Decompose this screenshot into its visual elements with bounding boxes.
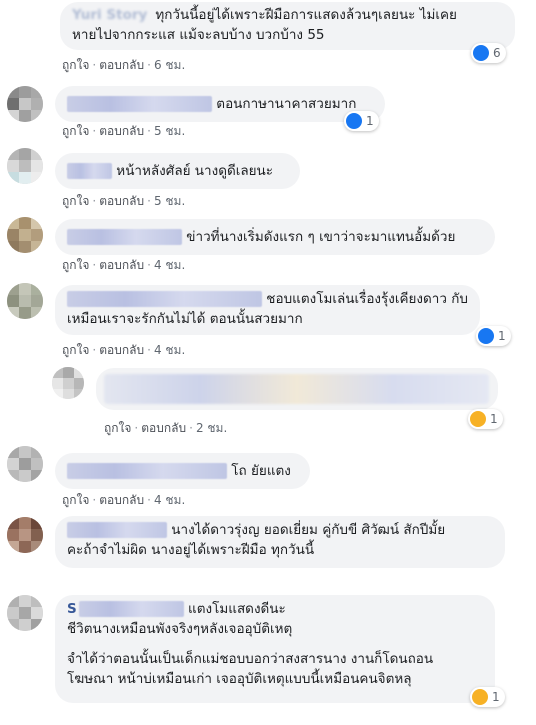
comment-text: คะถ้าจำไม่ผิด นางอยู่ได้เพราะฝีมือ ทุกวั…: [67, 542, 315, 558]
avatar[interactable]: [7, 217, 43, 253]
sad-icon: [472, 689, 488, 705]
comment-text: ทุกวันนี้อยู่ได้เพราะฝีมือการแสดงล้วนๆเล…: [155, 7, 457, 23]
comment-text: หายไปจากกระแส แม้จะลบบ้าง บวกบ้าง 55: [72, 27, 325, 43]
comment-text: ชีวิตนางเหมือนพังจริงๆหลังเจออุบัติเหตุ: [67, 621, 293, 637]
comment-actions: ถูกใจ · ตอบกลับ · 2 ชม.: [104, 421, 228, 435]
comment-actions: ถูกใจ · ตอบกลับ · 4 ชม.: [62, 343, 186, 357]
like-button[interactable]: ถูกใจ: [62, 493, 89, 507]
comment-bubble: S แตงโมแสดงดีนะ ชีวิตนางเหมือนพังจริงๆหล…: [55, 595, 495, 703]
like-icon: [346, 113, 362, 129]
reply-button[interactable]: ตอบกลับ: [99, 124, 144, 138]
comment-item: 1 ถูกใจ · ตอบกลับ · 2 ชม.: [0, 362, 536, 438]
commenter-name[interactable]: [67, 96, 212, 112]
comment-actions: ถูกใจ · ตอบกลับ · 5 ชม.: [62, 124, 186, 138]
comment-item: Yuri Story ทุกวันนี้อยู่ได้เพราะฝีมือการแ…: [0, 0, 536, 80]
reply-button[interactable]: ตอบกลับ: [99, 493, 144, 507]
avatar[interactable]: [7, 86, 43, 122]
timestamp[interactable]: 6 ชม.: [154, 58, 185, 72]
comment-text: หน้าหลังศัลย์ นางดูดีเลยนะ: [116, 163, 274, 179]
comment-bubble: โถ ยัยแตง: [55, 453, 310, 489]
comment-bubble: Yuri Story ทุกวันนี้อยู่ได้เพราะฝีมือการแ…: [60, 2, 515, 50]
timestamp[interactable]: 4 ชม.: [154, 493, 185, 507]
like-icon: [478, 328, 494, 344]
reply-button[interactable]: ตอบกลับ: [141, 421, 186, 435]
reply-button[interactable]: ตอบกลับ: [99, 58, 144, 72]
comment-actions: ถูกใจ · ตอบกลับ · 4 ชม.: [62, 493, 186, 507]
reply-button[interactable]: ตอบกลับ: [99, 343, 144, 357]
like-icon: [473, 45, 489, 61]
comment-bubble: ข่าวที่นางเริ่มดังแรก ๆ เขาว่าจะมาแทนอั้…: [55, 219, 495, 255]
timestamp[interactable]: 5 ชม.: [154, 124, 185, 138]
comment-text: จำได้ว่าตอนนั้นเป็นเด็กแม่ชอบบอกว่าสงสาร…: [67, 651, 434, 667]
commenter-name[interactable]: S: [67, 601, 77, 617]
comment-bubble: นางได้ดาวรุ่งญ ยอดเยี่ยม คู่กับขี ศิวัฒน…: [55, 516, 505, 568]
like-button[interactable]: ถูกใจ: [62, 58, 89, 72]
commenter-name[interactable]: Yuri Story: [72, 7, 147, 23]
haha-icon: [470, 411, 486, 427]
comment-text: แตงโมแสดงดีนะ: [188, 601, 286, 617]
comment-actions: ถูกใจ · ตอบกลับ · 5 ชม.: [62, 194, 186, 208]
like-button[interactable]: ถูกใจ: [104, 421, 131, 435]
reply-button[interactable]: ตอบกลับ: [99, 194, 144, 208]
avatar[interactable]: [7, 595, 43, 631]
comment-item: นางได้ดาวรุ่งญ ยอดเยี่ยม คู่กับขี ศิวัฒน…: [0, 514, 536, 584]
timestamp[interactable]: 5 ชม.: [154, 194, 185, 208]
avatar[interactable]: [7, 517, 43, 553]
commenter-name[interactable]: [67, 463, 227, 479]
comment-item: โถ ยัยแตง ถูกใจ · ตอบกลับ · 4 ชม.: [0, 443, 536, 511]
comment-item: ข่าวที่นางเริ่มดังแรก ๆ เขาว่าจะมาแทนอั้…: [0, 214, 536, 276]
commenter-name[interactable]: [67, 291, 262, 307]
like-button[interactable]: ถูกใจ: [62, 124, 89, 138]
avatar[interactable]: [7, 283, 43, 319]
like-button[interactable]: ถูกใจ: [62, 194, 89, 208]
comment-bubble: ชอบแตงโมเล่นเรื่องรุ้งเคียงดาว กับ เหมือ…: [55, 285, 480, 335]
comment-actions: ถูกใจ · ตอบกลับ · 6 ชม.: [62, 58, 186, 72]
reply-button[interactable]: ตอบกลับ: [99, 258, 144, 272]
like-button[interactable]: ถูกใจ: [62, 343, 89, 357]
timestamp[interactable]: 4 ชม.: [154, 258, 185, 272]
like-button[interactable]: ถูกใจ: [62, 258, 89, 272]
blurred-comment: [104, 374, 489, 404]
timestamp[interactable]: 2 ชม.: [196, 421, 227, 435]
avatar[interactable]: [52, 367, 84, 399]
commenter-name[interactable]: [67, 522, 167, 538]
comment-item: ชอบแตงโมเล่นเรื่องรุ้งเคียงดาว กับ เหมือ…: [0, 280, 536, 360]
comment-text: เหมือนเราจะรักกันไม่ได้ ตอนนั้นสวยมาก: [67, 311, 303, 327]
reaction-count[interactable]: 1: [470, 687, 505, 707]
avatar[interactable]: [7, 446, 43, 482]
avatar[interactable]: [7, 148, 43, 184]
comment-text: ชอบแตงโมเล่นเรื่องรุ้งเคียงดาว กับ: [266, 291, 468, 307]
comment-item: S แตงโมแสดงดีนะ ชีวิตนางเหมือนพังจริงๆหล…: [0, 590, 536, 725]
comment-text: ข่าวที่นางเริ่มดังแรก ๆ เขาว่าจะมาแทนอั้…: [186, 229, 456, 245]
comment-text: โฆษณา หน้าบ่เหมือนเก่า เจออุบัติเหตุแบบน…: [67, 671, 412, 687]
reaction-count[interactable]: 6: [471, 43, 506, 63]
reaction-count[interactable]: 1: [468, 409, 503, 429]
comment-bubble: หน้าหลังศัลย์ นางดูดีเลยนะ: [55, 153, 300, 189]
comment-item: หน้าหลังศัลย์ นางดูดีเลยนะ ถูกใจ · ตอบกลับ…: [0, 145, 536, 208]
comment-item: ตอนกาษานาคาสวยมาก 1 ถูกใจ · ตอบกลับ · 5 ชม.: [0, 80, 536, 142]
reaction-count[interactable]: 1: [344, 111, 379, 131]
comment-text: โถ ยัยแตง: [231, 463, 291, 479]
comment-text: ตอนกาษานาคาสวยมาก: [216, 96, 357, 112]
commenter-name[interactable]: [67, 229, 182, 245]
timestamp[interactable]: 4 ชม.: [154, 343, 185, 357]
commenter-name[interactable]: [67, 163, 112, 179]
comment-text: นางได้ดาวรุ่งญ ยอดเยี่ยม คู่กับขี ศิวัฒน…: [171, 522, 446, 538]
comment-bubble: ตอนกาษานาคาสวยมาก: [55, 86, 385, 122]
reaction-count[interactable]: 1: [476, 326, 511, 346]
comment-actions: ถูกใจ · ตอบกลับ · 4 ชม.: [62, 258, 186, 272]
comment-bubble: [96, 368, 498, 410]
